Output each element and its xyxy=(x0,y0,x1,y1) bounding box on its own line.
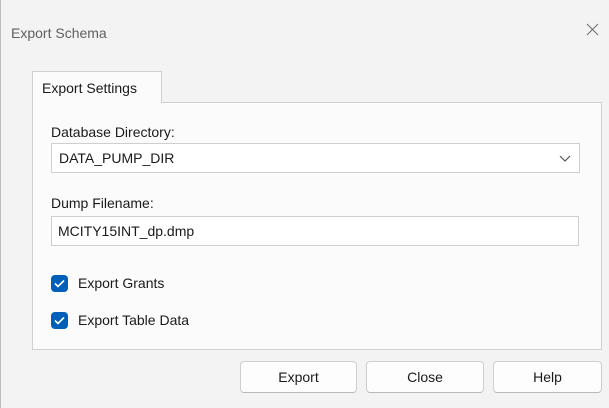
chevron-down-icon xyxy=(559,155,571,162)
checkmark-icon xyxy=(54,316,65,325)
tab-export-settings[interactable]: Export Settings xyxy=(32,71,162,103)
checkmark-icon xyxy=(54,279,65,288)
dump-filename-label: Dump Filename: xyxy=(51,195,154,211)
export-button[interactable]: Export xyxy=(240,361,357,393)
tab-label: Export Settings xyxy=(42,80,137,96)
database-directory-value: DATA_PUMP_DIR xyxy=(59,150,175,166)
database-directory-select[interactable]: DATA_PUMP_DIR xyxy=(51,143,580,173)
database-directory-label: Database Directory: xyxy=(51,124,175,140)
title-bar: Export Schema xyxy=(1,0,609,64)
export-grants-checkbox[interactable] xyxy=(51,275,68,292)
export-table-data-checkbox[interactable] xyxy=(51,312,68,329)
close-icon xyxy=(586,23,599,36)
help-button[interactable]: Help xyxy=(493,361,602,393)
export-schema-dialog: Export Schema Export Settings Database D… xyxy=(0,0,609,408)
close-window-button[interactable] xyxy=(583,20,603,40)
window-title: Export Schema xyxy=(11,25,107,41)
export-table-data-label: Export Table Data xyxy=(78,312,190,328)
close-button[interactable]: Close xyxy=(366,361,484,393)
dump-filename-input[interactable] xyxy=(51,216,579,246)
export-grants-label: Export Grants xyxy=(78,275,165,291)
